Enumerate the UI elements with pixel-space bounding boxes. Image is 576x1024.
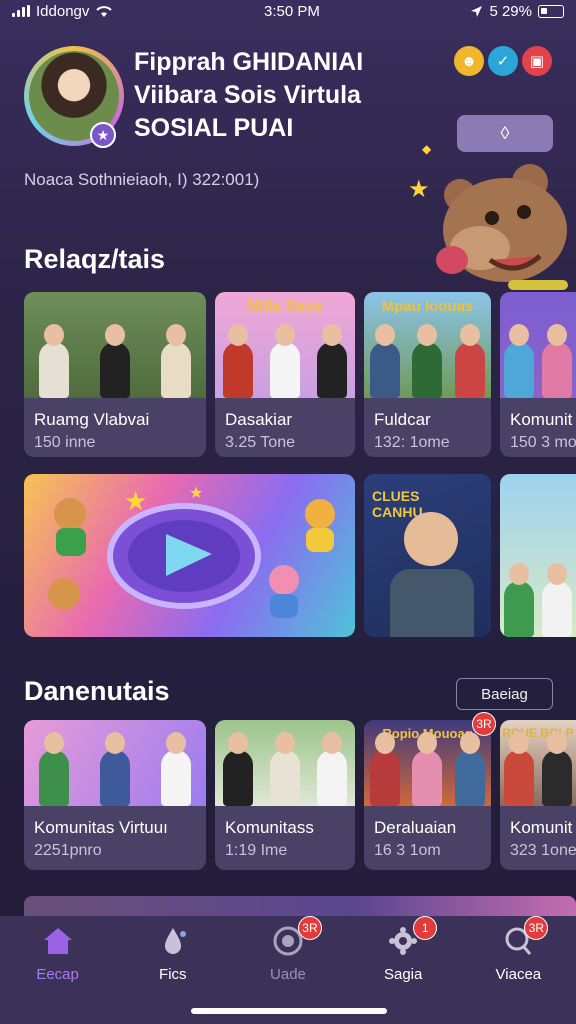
community-card[interactable]: Mpau Ioouas Fuldcar 132: 1ome [364,292,491,457]
profile-name-line2: Viibara Sois Virtula [134,81,361,109]
star-icon: ★ [408,176,430,203]
card-thumb-text: Nilla Sass [247,298,323,315]
signal-icon [12,5,30,17]
card-meta: 3.25 Tone [225,434,295,451]
card-title: Komunitas Virtuuı [34,818,168,837]
card-meta: 150 3 mo [510,434,576,451]
card-title: Komunit [510,818,573,837]
section-title-featured: Danenutais [24,676,170,706]
twitter-icon[interactable]: ✓ [488,46,518,76]
card-thumbnail [215,720,355,806]
card-meta: 16 3 1om [374,842,441,859]
diamond-icon: ◊ [500,123,510,143]
card-title: Komunit [510,410,573,429]
play-icon: ★ ★ [48,485,335,618]
star-icon: ◆ [422,142,432,156]
status-bar: Iddongv 3:50 PM 5 29% [0,0,576,22]
card-meta: 150 inne [34,434,96,451]
card-meta: 1:19 Ime [225,842,288,859]
nav-label: Fics [159,966,187,983]
nav-label: Uade [270,966,306,983]
profile-subtitle: Noaca Sothnieiaoh, I) 322:001) [24,170,260,189]
community-card[interactable]: Nilla Sass Dasakiar 3.25 Tone [215,292,355,457]
profile-name-line1: Fipprah GHIDANIAI [134,48,364,76]
bear-icon[interactable]: ☻ [454,46,484,76]
community-card[interactable]: Ropio Mouoag Deraluaian 16 3 1om [364,720,491,870]
games-banner[interactable]: CLUES CANHU [364,474,491,637]
nav-label: Viacea [495,966,542,983]
nav-label: Eecap [36,966,79,983]
friends-banner[interactable] [500,474,576,637]
card-title: Deraluaian [374,818,457,837]
nav-item-home[interactable]: Eecap [8,924,108,1024]
section-title-recommended: Relaqz/tais [24,244,166,274]
wifi-icon [96,5,113,17]
nav-item-viacea[interactable]: Viacea 3R [468,916,568,1024]
home-icon [43,928,72,954]
card-title: Dasakiar [225,410,293,429]
community-card[interactable]: ROUE BOLP Komunit 323 1one [500,720,576,870]
header-action-button[interactable]: ◊ [457,115,553,152]
card-title: Komunitass [225,818,314,837]
status-right: 5 29% [470,3,564,20]
profile-name-line3: SOSIAL PUAI [134,114,294,142]
card-title: Fuldcar [374,410,431,429]
card-thumbnail [24,292,206,398]
card-thumbnail: Ropio Mouoag [364,720,491,806]
card-thumbnail: Nilla Sass [215,292,355,398]
battery-icon [538,4,564,18]
play-banner[interactable]: ★ ★ [24,474,355,637]
carrier-name: Iddongv [36,2,90,20]
card-badge: 3R [472,712,496,736]
card-meta: 132: 1ome [374,434,450,451]
drop-icon [164,928,186,954]
child-figure [404,512,458,566]
battery-percent: 5 29% [489,2,532,20]
location-arrow-icon [471,5,483,17]
home-indicator[interactable] [191,1008,387,1014]
svg-text:★: ★ [189,485,203,502]
community-card[interactable]: Ruamg Vlabvai 150 inne [24,292,206,457]
nav-badge: 1 [413,916,438,940]
svg-text:★: ★ [124,486,147,516]
star-icon: ★ [90,122,116,148]
card-thumbnail [24,720,206,806]
status-left: Iddongv [12,3,113,20]
community-card[interactable]: Komunitas Virtuuı 2251pnro [24,720,206,870]
bear-mascot [436,164,568,290]
app-icon[interactable]: ▣ [522,46,552,76]
nav-label: Sagia [383,966,423,983]
community-card[interactable]: Komunit 150 3 mo [500,292,576,457]
card-title: Ruamg Vlabvai [34,410,150,429]
clock: 3:50 PM [263,2,320,20]
card-meta: 323 1one [510,842,576,859]
see-all-button[interactable]: Baeiag [456,678,553,710]
child-body [390,569,474,637]
top-icons: ☻ ✓ ▣ [454,46,552,76]
card-thumbnail [500,292,576,398]
next-row-preview [24,896,576,918]
profile-name: Fipprah GHIDANIAI Viibara Sois Virtula S… [134,46,384,145]
nav-badge: 3R [297,916,322,940]
card-thumbnail: Mpau Ioouas [364,292,491,398]
card-thumbnail: ROUE BOLP [500,720,576,806]
card-thumb-text: Mpau Ioouas [381,298,474,315]
card-meta: 2251pnro [34,842,102,859]
community-card[interactable]: Komunitass 1:19 Ime [215,720,355,870]
